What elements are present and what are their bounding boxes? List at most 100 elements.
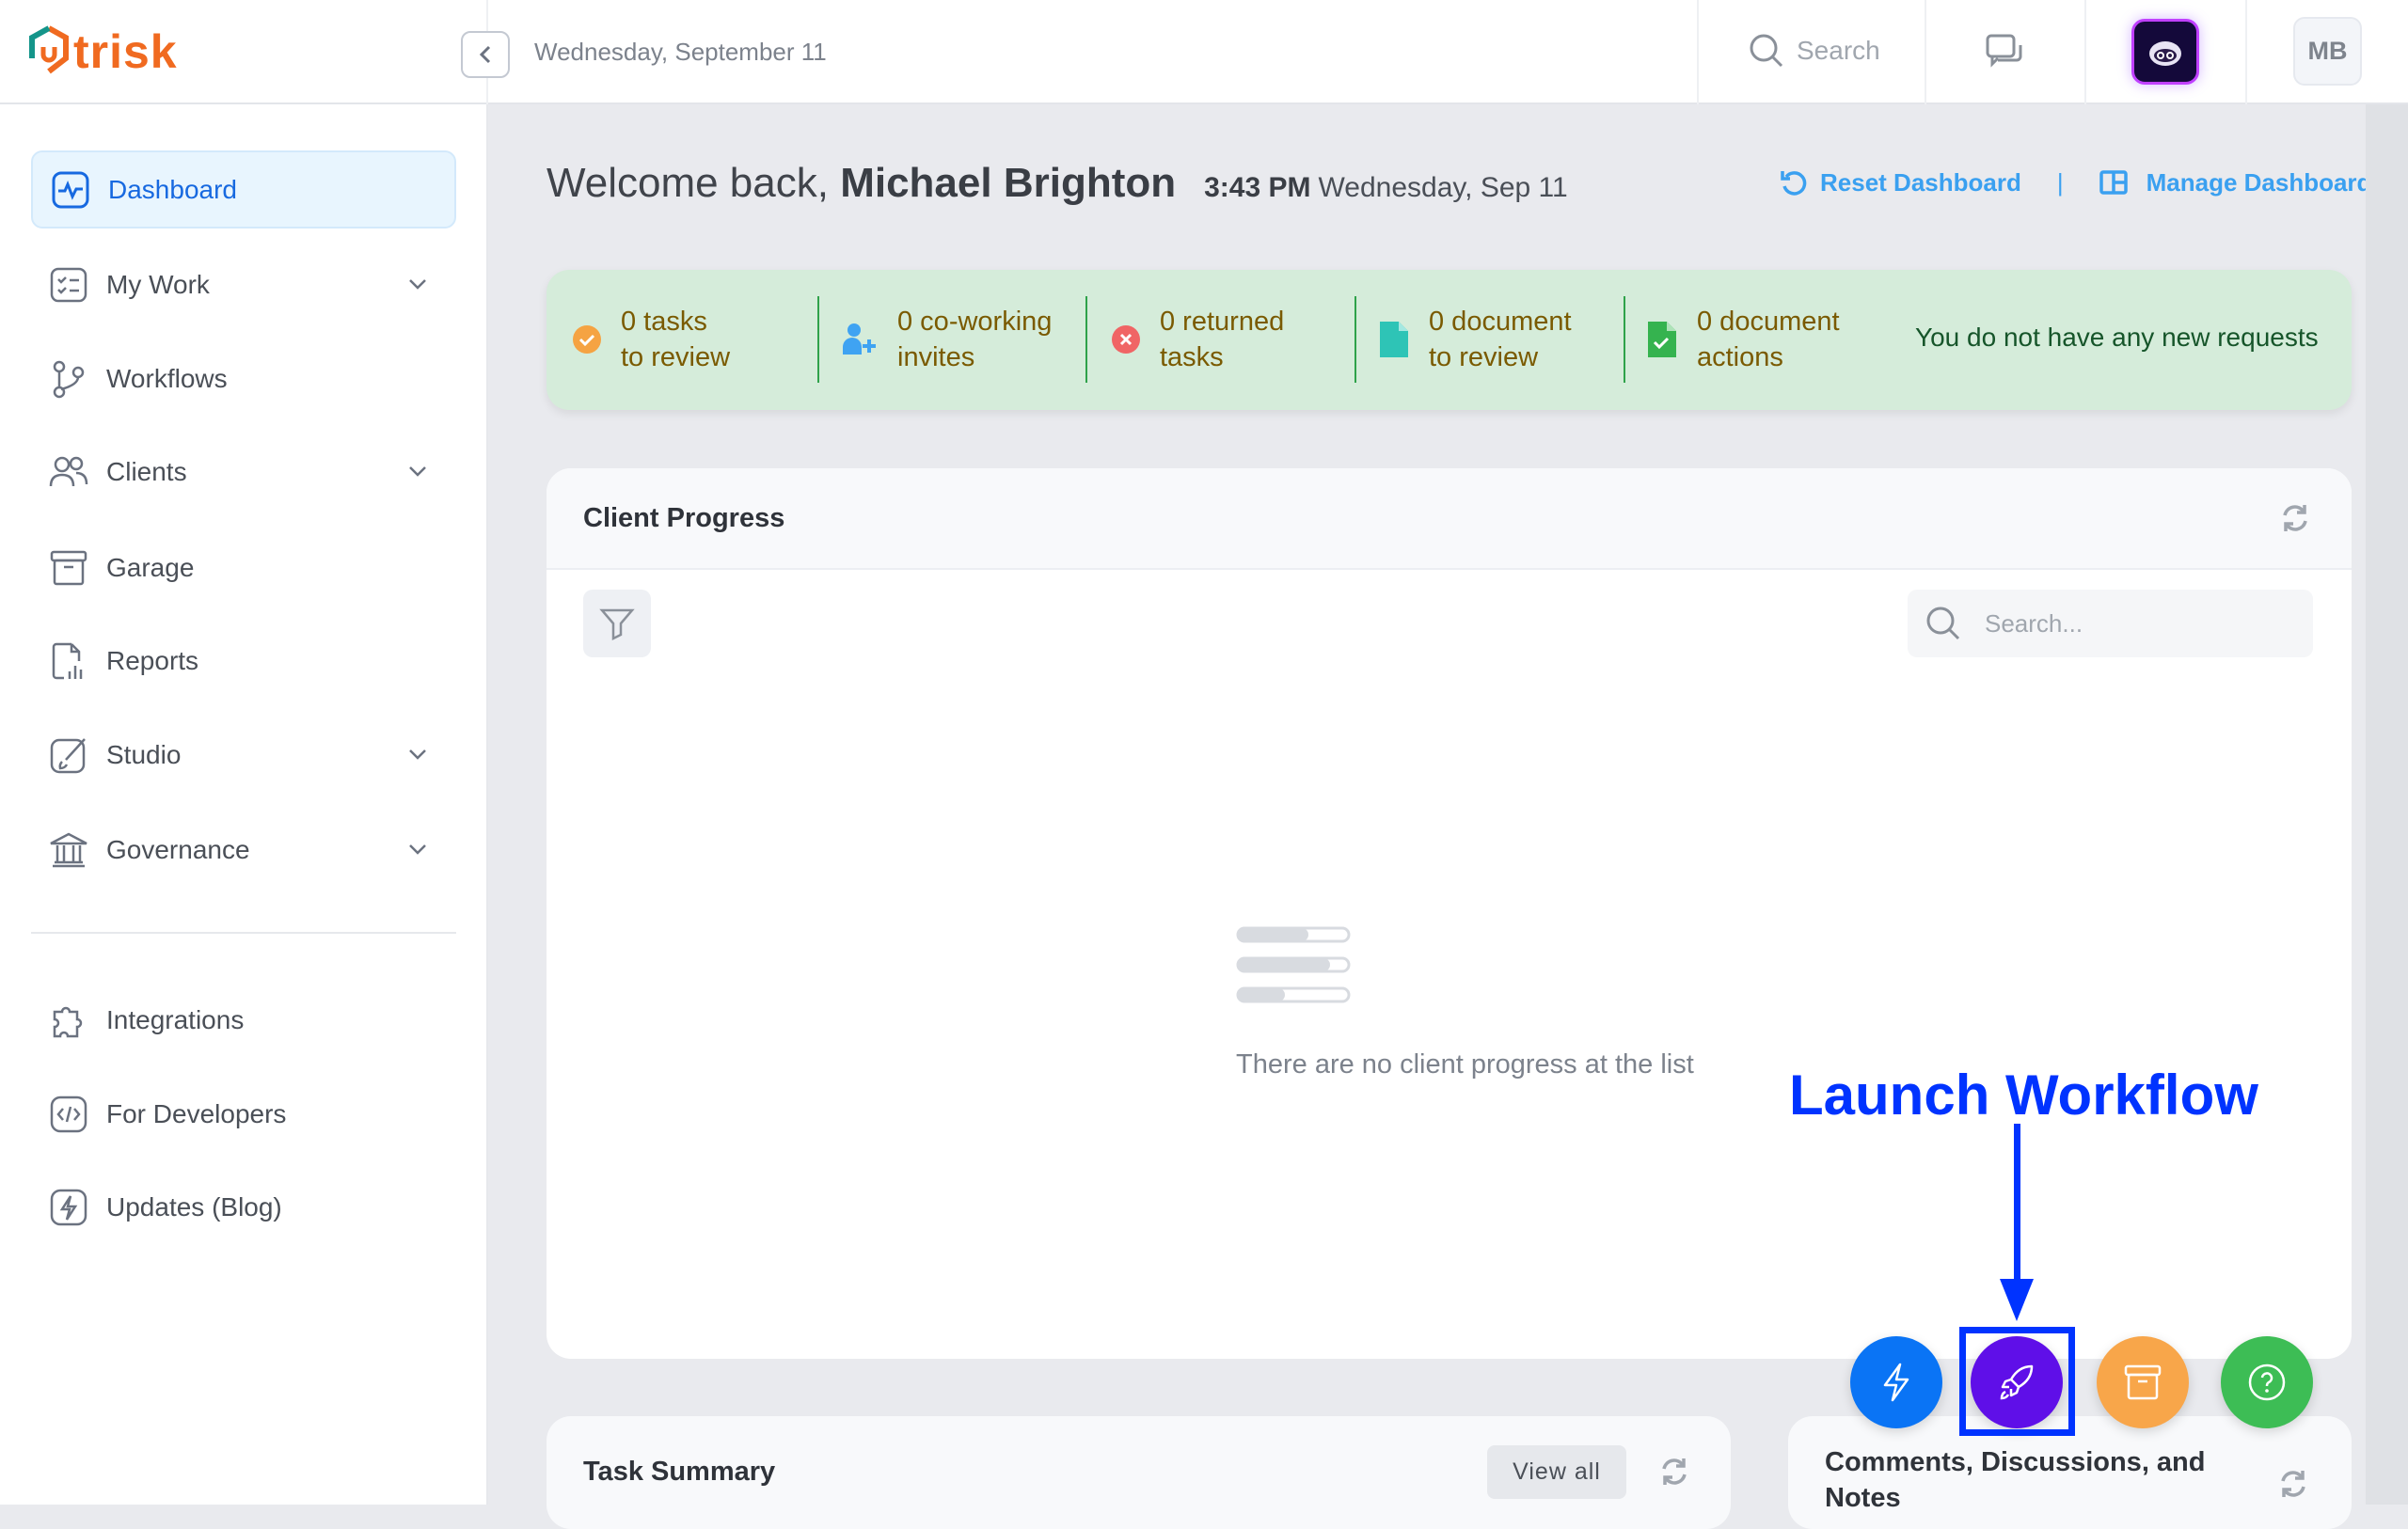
banner-coworking-invites[interactable]: 0 co-working invites xyxy=(841,296,1052,383)
welcome-prefix: Welcome back, xyxy=(547,160,841,206)
sidebar-item-clients[interactable]: Clients xyxy=(31,433,456,511)
banner-line1: 0 co-working xyxy=(897,307,1053,337)
chevron-down-icon[interactable] xyxy=(405,837,430,861)
launch-workflow-annotation: Launch Workflow xyxy=(1789,1064,2258,1127)
banner-line1: 0 document xyxy=(1429,307,1572,337)
sidebar-item-label: Garage xyxy=(106,552,195,582)
view-all-button[interactable]: View all xyxy=(1487,1445,1626,1499)
header-search[interactable]: Search xyxy=(1748,32,1880,70)
archive-icon xyxy=(50,550,87,585)
welcome-heading: Welcome back, Michael Brighton 3:43 PM W… xyxy=(547,160,1568,207)
divider xyxy=(2084,0,2086,104)
client-search-input[interactable]: Search... xyxy=(1908,590,2313,657)
manage-dashboard-button[interactable]: Manage Dashboard xyxy=(2099,167,2372,197)
bolt-icon xyxy=(1883,1363,1909,1402)
separator: | xyxy=(2056,167,2064,197)
sidebar-item-label: Governance xyxy=(106,834,250,864)
logo-text: trisk xyxy=(73,25,178,78)
user-avatar[interactable]: MB xyxy=(2293,17,2362,86)
sidebar-item-label: Studio xyxy=(106,739,182,769)
user-initials: MB xyxy=(2307,37,2348,65)
x-circle-icon xyxy=(1112,325,1140,354)
search-placeholder: Search... xyxy=(1985,608,2083,638)
dashboard-actions: Reset Dashboard | Manage Dashboard xyxy=(1779,167,2371,197)
user-plus-icon xyxy=(843,323,876,355)
refresh-icon[interactable] xyxy=(2279,502,2311,534)
reset-dashboard-button[interactable]: Reset Dashboard xyxy=(1779,167,2021,197)
help-icon xyxy=(2248,1363,2286,1401)
sidebar-item-label: Updates (Blog) xyxy=(106,1191,282,1222)
check-circle-icon xyxy=(573,325,601,354)
sidebar-item-label: Workflows xyxy=(106,363,228,393)
sidebar-item-reports[interactable]: Reports xyxy=(31,622,456,700)
ai-assistant-avatar[interactable] xyxy=(2131,19,2199,85)
sidebar-item-integrations[interactable]: Integrations xyxy=(31,981,456,1059)
banner-divider xyxy=(1085,296,1087,383)
sidebar-item-dashboard[interactable]: Dashboard xyxy=(31,150,456,229)
puzzle-icon xyxy=(53,1006,83,1037)
banner-returned-tasks[interactable]: 0 returned tasks xyxy=(1111,296,1284,383)
empty-list-icon xyxy=(1236,926,1351,1003)
top-bar: trisk Wednesday, September 11 Search MB xyxy=(0,0,2408,104)
chevron-down-icon[interactable] xyxy=(405,272,430,296)
sidebar-item-my-work[interactable]: My Work xyxy=(31,245,456,323)
banner-line2: tasks xyxy=(1160,342,1224,372)
help-button[interactable] xyxy=(2221,1336,2313,1428)
chevron-down-icon[interactable] xyxy=(405,459,430,483)
divider xyxy=(1925,0,1926,104)
garage-button[interactable] xyxy=(2097,1336,2189,1428)
chevron-down-icon[interactable] xyxy=(405,742,430,766)
banner-document-actions[interactable]: 0 document actions xyxy=(1648,296,1840,383)
sidebar-item-label: For Developers xyxy=(106,1098,287,1128)
sidebar-item-label: My Work xyxy=(106,269,210,299)
banner-line2: invites xyxy=(897,342,975,372)
banner-divider xyxy=(1624,296,1625,383)
annotation-highlight-box xyxy=(1959,1327,2075,1436)
banner-line2: to review xyxy=(621,342,731,372)
chat-button[interactable] xyxy=(1985,32,2026,78)
sidebar-item-governance[interactable]: Governance xyxy=(31,811,456,889)
banner-tasks-to-review[interactable]: 0 tasks to review xyxy=(572,296,730,383)
document-check-icon xyxy=(1648,322,1676,357)
current-date: Wednesday, Sep 11 xyxy=(1318,172,1568,203)
dashboard-icon xyxy=(52,171,89,208)
bolt-icon xyxy=(50,1189,87,1225)
search-icon xyxy=(1926,607,1960,640)
banner-line2: actions xyxy=(1697,342,1783,372)
sidebar-item-studio[interactable]: Studio xyxy=(31,716,456,794)
filter-button[interactable] xyxy=(583,590,651,657)
layout-icon xyxy=(2099,170,2128,195)
checklist-icon xyxy=(50,267,87,302)
card-header: Client Progress xyxy=(547,468,2352,570)
annotation-arrow-icon xyxy=(2000,1124,2034,1321)
workflow-icon xyxy=(53,360,85,398)
sidebar-item-workflows[interactable]: Workflows xyxy=(31,339,456,418)
reset-icon xyxy=(1781,171,1807,196)
sidebar-item-garage[interactable]: Garage xyxy=(31,528,456,607)
manage-dashboard-label: Manage Dashboard xyxy=(2146,167,2372,197)
document-icon xyxy=(1380,322,1408,357)
refresh-icon[interactable] xyxy=(2277,1468,2309,1500)
banner-line2: to review xyxy=(1429,342,1539,372)
sidebar: Dashboard My Work Workflows Clients Gara… xyxy=(0,104,488,1505)
collapse-sidebar-button[interactable] xyxy=(461,31,510,78)
empty-state-text: There are no client progress at the list xyxy=(1236,1049,1694,1080)
sidebar-divider xyxy=(31,932,456,934)
chat-icon xyxy=(1986,34,2022,68)
page-scrollbar[interactable] xyxy=(2366,104,2408,1505)
banner-documents-to-review[interactable]: 0 document to review xyxy=(1380,296,1572,383)
sidebar-item-updates-blog[interactable]: Updates (Blog) xyxy=(31,1168,456,1246)
report-icon xyxy=(52,642,83,679)
search-label: Search xyxy=(1797,36,1880,65)
banner-divider xyxy=(817,296,819,383)
current-time: 3:43 PM xyxy=(1204,172,1311,203)
client-progress-card: Client Progress Search... There are no c… xyxy=(547,468,2352,1359)
refresh-icon[interactable] xyxy=(1658,1456,1690,1488)
sidebar-item-label: Reports xyxy=(106,645,199,675)
header-date: Wednesday, September 11 xyxy=(534,38,827,66)
users-icon xyxy=(49,456,88,486)
sidebar-item-for-developers[interactable]: For Developers xyxy=(31,1075,456,1153)
banner-line1: 0 tasks xyxy=(621,307,707,337)
quick-actions-button[interactable] xyxy=(1850,1336,1942,1428)
logo[interactable]: trisk xyxy=(28,24,178,79)
